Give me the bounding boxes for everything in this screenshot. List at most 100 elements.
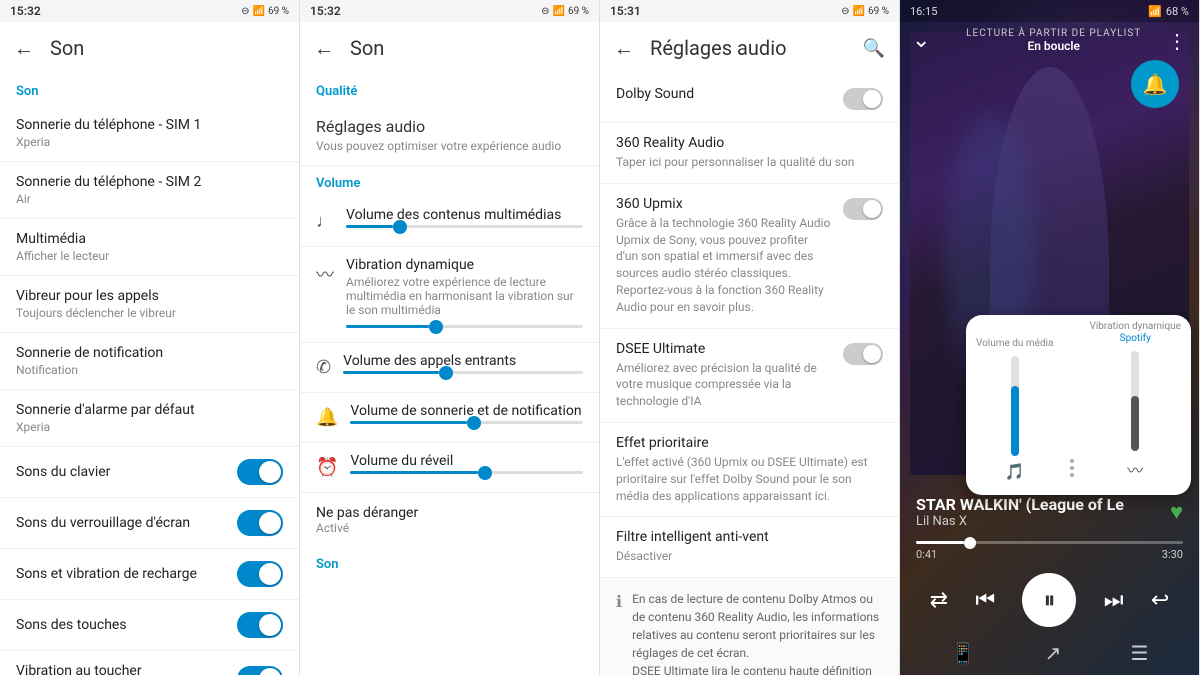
toggle-dolby-switch[interactable] xyxy=(843,88,883,110)
devices-icon[interactable]: 📱 xyxy=(951,641,976,665)
wifi-icon: 📶 xyxy=(253,6,265,17)
vol-vibration-label: Vibration dynamiqueSpotify xyxy=(1090,321,1182,345)
repeat-button[interactable]: ↩ xyxy=(1151,588,1169,613)
progress-track[interactable] xyxy=(916,541,1183,544)
time-3: 15:31 xyxy=(610,4,641,18)
vol-vibration-track[interactable] xyxy=(1131,351,1139,451)
list-item-sons-verrou[interactable]: Sons du verrouillage d'écran xyxy=(0,498,299,549)
item-filtre-vent[interactable]: Filtre intelligent anti-vent Désactiver xyxy=(600,517,899,578)
list-item-sonnerie-sim2[interactable]: Sonnerie du téléphone - SIM 2 Air xyxy=(0,162,299,219)
search-icon-3[interactable]: 🔍 xyxy=(863,38,885,59)
item-360-reality[interactable]: 360 Reality Audio Taper ici pour personn… xyxy=(600,123,899,184)
content-1: Son Sonnerie du téléphone - SIM 1 Xperia… xyxy=(0,74,299,675)
item-effet-prioritaire[interactable]: Effet prioritaire L'effet activé (360 Up… xyxy=(600,423,899,517)
back-button-2[interactable]: ← xyxy=(314,36,334,61)
time-total: 3:30 xyxy=(1162,548,1183,561)
battery-icon-3: 69 % xyxy=(868,6,889,17)
music-signal-icon: 📶 xyxy=(1148,5,1162,18)
list-item-vibration-toucher[interactable]: Vibration au toucher Retour tactile, cla… xyxy=(0,651,299,675)
panel-reglages-audio: 15:31 ⊖ 📶 69 % ← Réglages audio 🔍 Dolby … xyxy=(600,0,900,675)
progress-thumb xyxy=(964,537,976,549)
slider-vibration[interactable] xyxy=(346,325,583,328)
toggle-dsee-switch[interactable] xyxy=(843,343,883,365)
music-header: ⌄ LECTURE À PARTIR DE PLAYLIST En boucle… xyxy=(900,22,1199,59)
previous-button[interactable]: ⏮ xyxy=(975,588,995,613)
status-bar-2: 15:32 ⊖ 📶 69 % xyxy=(300,0,599,22)
bell-circle-icon[interactable]: 🔔 xyxy=(1131,60,1179,108)
content-3: Dolby Sound 360 Reality Audio Taper ici … xyxy=(600,74,899,675)
signal-icon-2: ⊖ xyxy=(541,6,549,17)
section-volume: Volume xyxy=(300,166,599,197)
wifi-icon-3: 📶 xyxy=(853,6,865,17)
slider-sonnerie[interactable] xyxy=(350,421,583,424)
music-controls: ⇄ ⏮ ⏸ ⏭ ↩ xyxy=(900,565,1199,635)
shuffle-button[interactable]: ⇄ xyxy=(930,588,948,613)
play-pause-button[interactable]: ⏸ xyxy=(1022,573,1076,627)
volume-dots xyxy=(1070,455,1074,481)
slider-appels[interactable] xyxy=(343,371,583,374)
progress-fill xyxy=(916,541,964,544)
wifi-icon-2: 📶 xyxy=(553,6,565,17)
queue-icon[interactable]: ☰ xyxy=(1130,641,1148,665)
like-button[interactable]: ♥ xyxy=(1170,499,1183,525)
time-1: 15:32 xyxy=(10,4,41,18)
page-title-1: Son xyxy=(50,36,285,60)
back-button-1[interactable]: ← xyxy=(14,36,34,61)
status-icons-3: ⊖ 📶 69 % xyxy=(841,6,889,17)
time-elapsed: 0:41 xyxy=(916,548,937,561)
toggle-sons-recharge[interactable] xyxy=(237,561,283,587)
slider-multimedia[interactable] xyxy=(346,225,583,228)
ne-pas-deranger[interactable]: Ne pas déranger Activé xyxy=(300,493,599,547)
panel-music-player: 🔔 Volume du média 🎵 Vibration dynamiqueS… xyxy=(900,0,1200,675)
artist-name: Lil Nas X xyxy=(916,514,1124,529)
bell-icon: 🔔 xyxy=(316,407,338,428)
slider-reveil[interactable] xyxy=(350,471,583,474)
back-button-3[interactable]: ← xyxy=(614,36,634,61)
volume-sonnerie: 🔔 Volume de sonnerie et de notification xyxy=(300,393,599,443)
list-item-sons-clavier[interactable]: Sons du clavier xyxy=(0,447,299,498)
alarm-icon: ⏰ xyxy=(316,457,338,478)
toggle-vibration-toucher[interactable] xyxy=(237,666,283,675)
list-item-vibreur[interactable]: Vibreur pour les appels Toujours déclenc… xyxy=(0,276,299,333)
playlist-label: LECTURE À PARTIR DE PLAYLIST xyxy=(940,28,1167,39)
music-actions: 📱 ↗ ☰ xyxy=(900,635,1199,675)
more-options-icon[interactable]: ⋮ xyxy=(1167,29,1187,53)
wave-icon: 〰 xyxy=(316,261,334,287)
music-progress: 0:41 3:30 xyxy=(900,537,1199,565)
toggle-sons-verrou[interactable] xyxy=(237,510,283,536)
info-icon: ℹ xyxy=(616,592,622,675)
toggle-360-upmix-switch[interactable] xyxy=(843,198,883,220)
share-icon[interactable]: ↗ xyxy=(1045,641,1062,665)
chevron-down-icon[interactable]: ⌄ xyxy=(912,28,930,53)
music-status-bar: 16:15 📶 68 % xyxy=(900,0,1199,22)
volume-reveil: ⏰ Volume du réveil xyxy=(300,443,599,493)
list-item-sonnerie-notif[interactable]: Sonnerie de notification Notification xyxy=(0,333,299,390)
page-title-3: Réglages audio xyxy=(650,36,863,60)
signal-icon-3: ⊖ xyxy=(841,6,849,17)
toggle-sons-clavier[interactable] xyxy=(237,459,283,485)
volume-appels: ✆ Volume des appels entrants xyxy=(300,343,599,393)
list-item-sonnerie-sim1[interactable]: Sonnerie du téléphone - SIM 1 Xperia xyxy=(0,105,299,162)
audio-reglages[interactable]: Réglages audio Vous pouvez optimiser vot… xyxy=(300,105,599,166)
list-item-multimedia[interactable]: Multimédia Afficher le lecteur xyxy=(0,219,299,276)
toggle-360-upmix[interactable]: 360 Upmix Grâce à la technologie 360 Rea… xyxy=(600,184,899,329)
status-bar-1: 15:32 ⊖ 📶 69 % xyxy=(0,0,299,22)
panel-son-volume: 15:32 ⊖ 📶 69 % ← Son Qualité Réglages au… xyxy=(300,0,600,675)
loop-label: En boucle xyxy=(940,39,1167,53)
list-item-sons-touches[interactable]: Sons des touches xyxy=(0,600,299,651)
list-item-sons-recharge[interactable]: Sons et vibration de recharge xyxy=(0,549,299,600)
vol-media-label: Volume du média xyxy=(976,338,1054,350)
section-son-bottom: Son xyxy=(300,547,599,578)
toggle-sons-touches[interactable] xyxy=(237,612,283,638)
toggle-dolby[interactable]: Dolby Sound xyxy=(600,74,899,123)
list-item-sonnerie-alarme[interactable]: Sonnerie d'alarme par défaut Xperia xyxy=(0,390,299,447)
toggle-dsee[interactable]: DSEE Ultimate Améliorez avec précision l… xyxy=(600,329,899,423)
next-button[interactable]: ⏭ xyxy=(1104,588,1124,613)
audio-title: Réglages audio xyxy=(316,117,583,136)
status-bar-3: 15:31 ⊖ 📶 69 % xyxy=(600,0,899,22)
phone-icon: ✆ xyxy=(316,357,331,378)
battery-icon: 69 % xyxy=(268,6,289,17)
vol-media-track[interactable] xyxy=(1011,356,1019,456)
battery-icon-2: 69 % xyxy=(568,6,589,17)
status-icons-2: ⊖ 📶 69 % xyxy=(541,6,589,17)
